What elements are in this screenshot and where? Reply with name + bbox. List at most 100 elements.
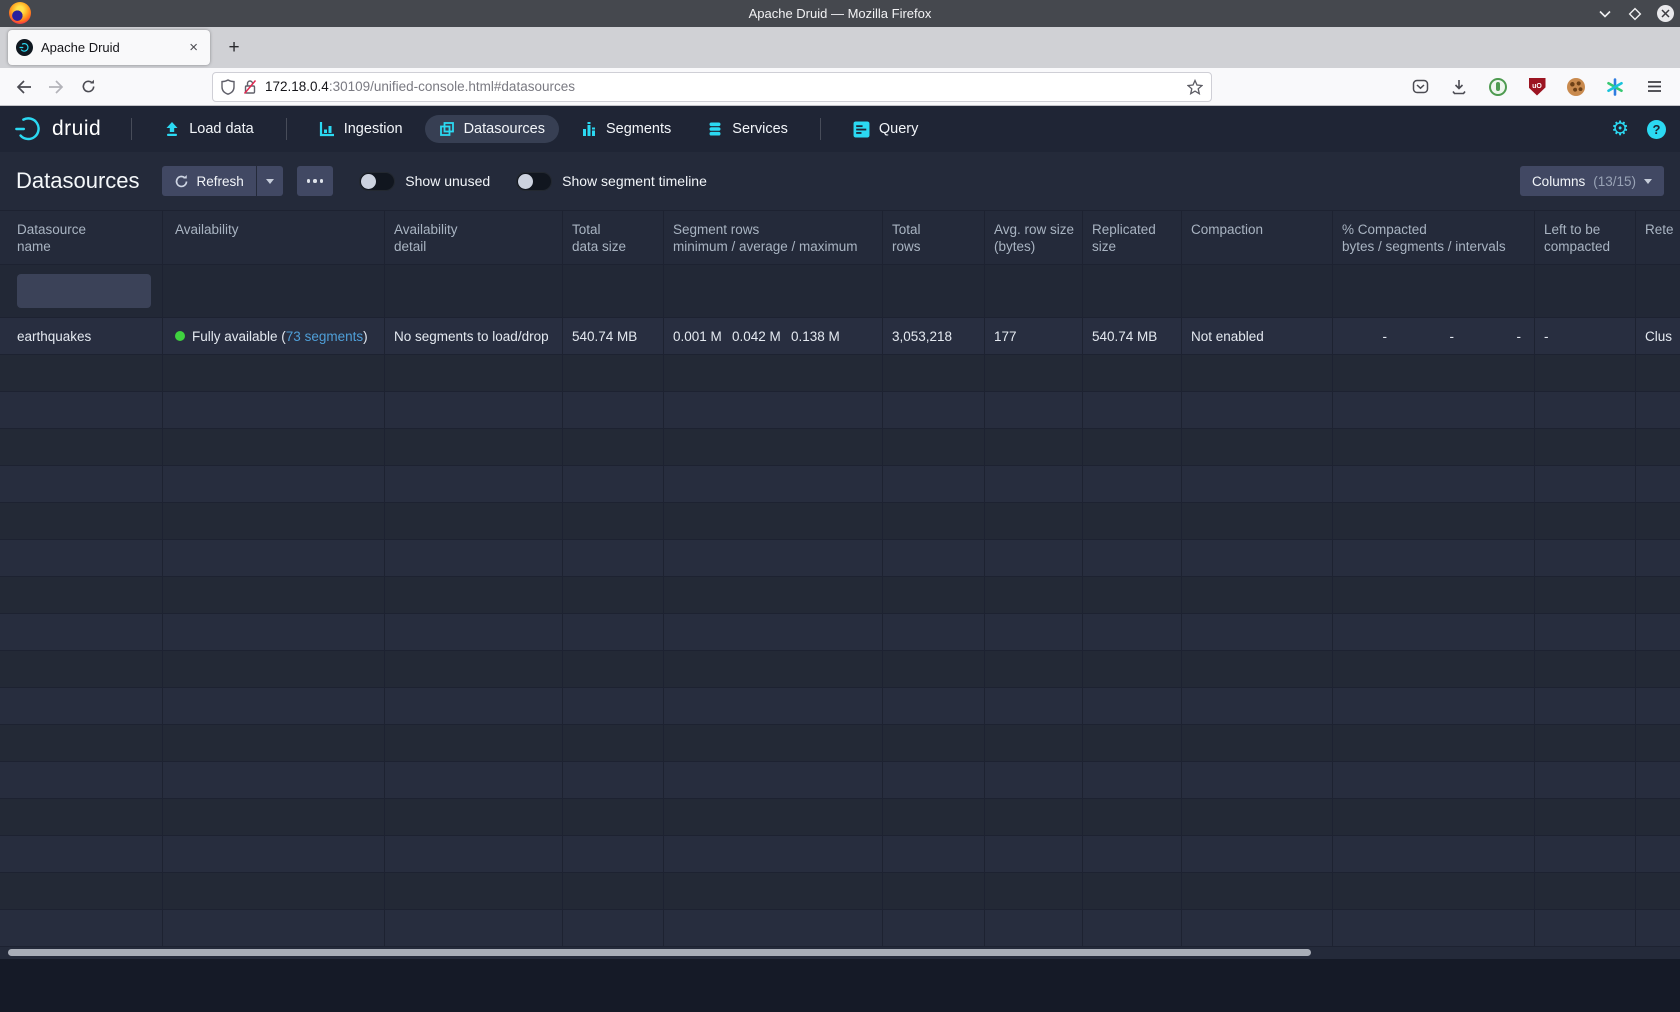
nav-item-segments[interactable]: Segments (567, 115, 685, 143)
table-row-empty (0, 540, 1680, 577)
nav-item-label: Ingestion (344, 121, 403, 137)
tab-close-button[interactable]: × (185, 38, 202, 57)
show-unused-toggle-group: Show unused (359, 172, 490, 191)
more-actions-button[interactable] (297, 166, 334, 196)
table-row-empty (0, 688, 1680, 725)
url-bar[interactable]: 172.18.0.4:30109/unified-console.html#da… (212, 72, 1212, 102)
downloads-icon[interactable] (1443, 72, 1475, 102)
cell-segment-rows: 0.001 M0.042 M0.138 M (664, 318, 883, 354)
column-header-retention[interactable]: Rete (1636, 211, 1680, 264)
column-header-left-to-be-compacted[interactable]: Left to becompacted (1535, 211, 1636, 264)
table-row-empty (0, 614, 1680, 651)
cell-left-to-be-compacted: - (1535, 318, 1636, 354)
table-row-empty (0, 651, 1680, 688)
druid-logo-icon (14, 114, 44, 144)
columns-button[interactable]: Columns (13/15) (1520, 166, 1664, 196)
show-segment-timeline-label: Show segment timeline (562, 173, 707, 189)
cell-availability: Fully available (73 segments) (163, 318, 385, 354)
cell-pct-compacted: --- (1333, 318, 1535, 354)
show-segment-timeline-toggle[interactable] (516, 172, 552, 191)
table-row-empty (0, 836, 1680, 873)
tab-title: Apache Druid (41, 40, 177, 55)
nav-item-query[interactable]: Query (839, 115, 933, 144)
cell-datasource-name[interactable]: earthquakes (0, 318, 163, 354)
bookmark-star-icon[interactable] (1187, 79, 1203, 95)
nav-item-services[interactable]: Services (693, 115, 802, 143)
columns-count: (13/15) (1593, 174, 1636, 189)
browser-tab-bar: Apache Druid × + (0, 27, 1680, 68)
reload-button[interactable] (72, 72, 104, 102)
cell-replicated-size: 540.74 MB (1083, 318, 1182, 354)
nav-separator (131, 118, 132, 140)
new-tab-button[interactable]: + (218, 32, 250, 64)
nav-item-label: Segments (606, 121, 671, 137)
show-unused-toggle[interactable] (359, 172, 395, 191)
columns-label: Columns (1532, 174, 1585, 189)
column-header-datasource-name[interactable]: Datasourcename (0, 211, 163, 264)
cell-retention[interactable]: Clus (1636, 318, 1680, 354)
tracking-shield-icon[interactable] (221, 79, 235, 95)
browser-tab[interactable]: Apache Druid × (8, 30, 210, 65)
column-header-segment-rows[interactable]: Segment rowsminimum / average / maximum (664, 211, 883, 264)
table-row-earthquakes[interactable]: earthquakes Fully available (73 segments… (0, 318, 1680, 355)
column-header-availability-detail[interactable]: Availabilitydetail (385, 211, 563, 264)
column-header-compaction[interactable]: Compaction (1182, 211, 1333, 264)
cell-total-rows: 3,053,218 (883, 318, 985, 354)
horizontal-scrollbar-thumb[interactable] (8, 949, 1311, 956)
window-maximize-button[interactable] (1626, 5, 1644, 23)
table-row-empty (0, 577, 1680, 614)
url-text[interactable]: 172.18.0.4:30109/unified-console.html#da… (265, 79, 1179, 94)
forward-button[interactable] (40, 72, 72, 102)
nav-item-label: Load data (189, 121, 254, 137)
segments-icon (581, 121, 597, 137)
segments-count-link[interactable]: 73 segments (286, 329, 363, 344)
more-dots-icon (307, 179, 324, 183)
column-header-total-rows[interactable]: Totalrows (883, 211, 985, 264)
druid-favicon-icon (16, 39, 33, 56)
column-header-pct-compacted[interactable]: % Compactedbytes / segments / intervals (1333, 211, 1535, 264)
extension-icon-asterisk[interactable] (1599, 72, 1631, 102)
table-row-empty (0, 466, 1680, 503)
settings-gear-icon[interactable]: ⚙ (1611, 119, 1629, 139)
datasource-name-filter-input[interactable] (17, 274, 151, 308)
services-icon (707, 121, 723, 137)
window-minimize-button[interactable] (1596, 5, 1614, 23)
table-filter-row (0, 265, 1680, 318)
column-header-replicated-size[interactable]: Replicatedsize (1083, 211, 1182, 264)
empty-rows (0, 355, 1680, 947)
nav-item-datasources[interactable]: Datasources (425, 115, 559, 143)
table-row-empty (0, 503, 1680, 540)
menu-hamburger-icon[interactable] (1638, 72, 1670, 102)
query-icon (853, 121, 870, 138)
window-close-button[interactable] (1656, 5, 1674, 23)
refresh-icon (174, 174, 189, 189)
nav-item-label: Query (879, 121, 919, 137)
column-header-total-data-size[interactable]: Totaldata size (563, 211, 664, 264)
datasources-table: Datasourcename Availability Availability… (0, 210, 1680, 947)
nav-item-load-data[interactable]: Load data (150, 115, 268, 143)
datasources-page-header: Datasources Refresh Show unused Show seg… (0, 152, 1680, 210)
ublock-origin-icon[interactable]: uO (1521, 72, 1553, 102)
nav-item-label: Services (732, 121, 788, 137)
insecure-lock-icon[interactable] (243, 79, 257, 95)
nav-item-label: Datasources (464, 121, 545, 137)
druid-logo[interactable]: druid (14, 114, 101, 144)
url-path: :30109/unified-console.html#datasources (329, 79, 575, 94)
cookie-extension-icon[interactable] (1560, 72, 1592, 102)
column-header-avg-row-size[interactable]: Avg. row size(bytes) (985, 211, 1083, 264)
pocket-icon[interactable] (1404, 72, 1436, 102)
refresh-button[interactable]: Refresh (162, 166, 256, 196)
nav-item-ingestion[interactable]: Ingestion (305, 115, 417, 143)
column-header-availability[interactable]: Availability (163, 211, 385, 264)
back-button[interactable] (8, 72, 40, 102)
page-title: Datasources (16, 168, 140, 194)
cell-total-data-size: 540.74 MB (563, 318, 664, 354)
cell-avg-row-size: 177 (985, 318, 1083, 354)
ingestion-icon (319, 121, 335, 137)
refresh-dropdown-button[interactable] (257, 166, 283, 196)
cell-availability-detail: No segments to load/drop (385, 318, 563, 354)
extension-icon-green[interactable] (1482, 72, 1514, 102)
table-row-empty (0, 429, 1680, 466)
help-icon[interactable]: ? (1647, 120, 1666, 139)
table-row-empty (0, 762, 1680, 799)
